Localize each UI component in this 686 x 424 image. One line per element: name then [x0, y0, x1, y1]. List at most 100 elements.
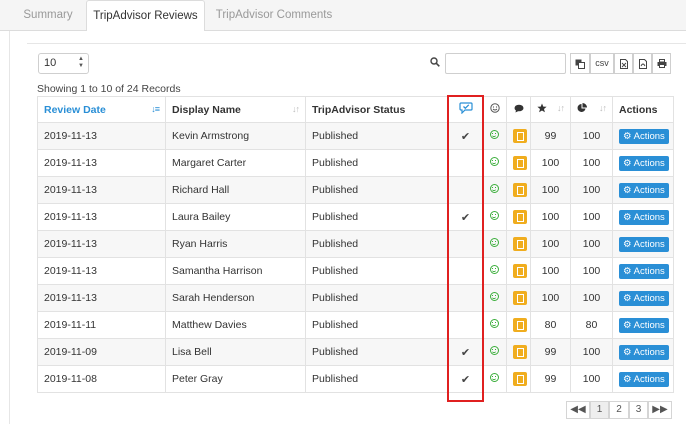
pdf-button[interactable]: [633, 53, 652, 74]
actions-button[interactable]: ⚙ Actions: [619, 344, 669, 360]
actions-button[interactable]: ⚙ Actions: [619, 371, 669, 387]
print-button[interactable]: [652, 53, 671, 74]
actions-button[interactable]: ⚙ Actions: [619, 290, 669, 306]
note-icon[interactable]: [513, 237, 527, 251]
cell-score: 100: [570, 149, 613, 177]
page-size-value: 10: [44, 57, 57, 69]
pdf-icon: [638, 59, 647, 69]
cell-display-name: Peter Gray: [165, 365, 306, 393]
header-rating[interactable]: ↓↑: [530, 96, 571, 123]
tab-summary[interactable]: Summary: [0, 0, 96, 31]
table-row[interactable]: 2019-11-13 Margaret Carter Published 100 100…: [37, 149, 674, 177]
cell-rating: 99: [530, 338, 571, 366]
cell-rating: 100: [530, 284, 571, 312]
note-icon[interactable]: [513, 345, 527, 359]
tab-bar: Summary TripAdvisor Reviews TripAdvisor …: [0, 0, 686, 32]
pagination-page-3[interactable]: 3: [629, 401, 648, 419]
pagination-page-1[interactable]: 1: [590, 401, 609, 419]
pagination-page-2[interactable]: 2: [609, 401, 629, 419]
cog-icon: ⚙: [623, 130, 634, 142]
actions-button[interactable]: ⚙ Actions: [619, 236, 669, 252]
cell-sentiment: [482, 338, 507, 366]
cell-comments: [506, 176, 531, 204]
header-sentiment[interactable]: [482, 96, 507, 123]
copy-button[interactable]: [570, 53, 590, 74]
cell-verified: [448, 149, 483, 177]
copy-icon: [575, 59, 585, 69]
header-actions: Actions: [612, 96, 674, 123]
header-display-name-label: Display Name: [172, 103, 241, 116]
note-icon[interactable]: [513, 291, 527, 305]
note-icon[interactable]: [513, 156, 527, 170]
divider: [27, 43, 686, 44]
smile-icon: [490, 346, 499, 355]
page-1-label: 1: [596, 404, 603, 415]
note-icon[interactable]: [513, 129, 527, 143]
cell-review-date: 2019-11-13: [37, 149, 166, 177]
actions-button-label: Actions: [633, 130, 665, 142]
cell-sentiment: [482, 365, 507, 393]
cell-sentiment: [482, 230, 507, 258]
smile-icon: [490, 157, 499, 166]
pagination-first[interactable]: ◀◀: [566, 401, 590, 419]
actions-button[interactable]: ⚙ Actions: [619, 209, 669, 225]
search-input[interactable]: [445, 53, 566, 74]
table-row[interactable]: 2019-11-13 Samantha Harrison Published 100 1…: [37, 257, 674, 285]
table-row[interactable]: 2019-11-13 Richard Hall Published 100 100 ⚙ A…: [37, 176, 674, 204]
table-row[interactable]: 2019-11-13 Kevin Armstrong Published ✔ 99 100…: [37, 122, 674, 150]
note-icon[interactable]: [513, 318, 527, 332]
pagination-last[interactable]: ▶▶: [648, 401, 672, 419]
cog-icon: ⚙: [623, 265, 634, 277]
header-review-date[interactable]: Review Date ↓≡: [37, 96, 166, 123]
header-comments[interactable]: [506, 96, 531, 123]
cell-status: Published: [305, 176, 449, 204]
note-icon[interactable]: [513, 264, 527, 278]
note-icon[interactable]: [513, 210, 527, 224]
cell-display-name: Samantha Harrison: [165, 257, 306, 285]
page-2-label: 2: [616, 404, 622, 415]
tab-tripadvisor-comments[interactable]: TripAdvisor Comments: [212, 0, 336, 31]
actions-button[interactable]: ⚙ Actions: [619, 155, 669, 171]
header-verified[interactable]: [448, 96, 483, 123]
note-icon[interactable]: [513, 372, 527, 386]
smile-icon: [490, 373, 499, 382]
cell-status: Published: [305, 203, 449, 231]
table-row[interactable]: 2019-11-08 Peter Gray Published ✔ 99 100 ⚙ Act…: [37, 365, 674, 393]
cell-comments: [506, 122, 531, 150]
header-score[interactable]: ↓↑: [570, 96, 613, 123]
page-size-select[interactable]: 10 ▲ ▼: [38, 53, 89, 74]
cog-icon: ⚙: [623, 238, 634, 250]
actions-button[interactable]: ⚙ Actions: [619, 317, 669, 333]
header-status[interactable]: TripAdvisor Status: [305, 96, 449, 123]
cell-actions: ⚙ Actions: [612, 176, 674, 204]
cell-score: 100: [570, 122, 613, 150]
actions-button-label: Actions: [633, 292, 665, 304]
records-info: Showing 1 to 10 of 24 Records: [37, 83, 181, 95]
table-row[interactable]: 2019-11-09 Lisa Bell Published ✔ 99 100 ⚙ Acti…: [37, 338, 674, 366]
cell-review-date: 2019-11-13: [37, 230, 166, 258]
actions-button-label: Actions: [633, 346, 665, 358]
actions-button[interactable]: ⚙ Actions: [619, 182, 669, 198]
excel-button[interactable]: [614, 53, 633, 74]
table-row[interactable]: 2019-11-13 Ryan Harris Published 100 100 ⚙ Ac…: [37, 230, 674, 258]
header-status-label: TripAdvisor Status: [312, 103, 406, 116]
cog-icon: ⚙: [623, 157, 634, 169]
cell-status: Published: [305, 122, 449, 150]
csv-button[interactable]: csv: [590, 53, 614, 74]
table-row[interactable]: 2019-11-13 Laura Bailey Published ✔ 100 100 ⚙ …: [37, 203, 674, 231]
sort-icon: ↓↑: [557, 103, 565, 113]
actions-button-label: Actions: [633, 184, 665, 196]
tab-tripadvisor-reviews[interactable]: TripAdvisor Reviews: [86, 0, 205, 32]
header-review-date-label: Review Date: [44, 103, 106, 116]
cell-verified: [448, 311, 483, 339]
actions-button[interactable]: ⚙ Actions: [619, 128, 669, 144]
check-icon: ✔: [460, 130, 471, 143]
actions-button[interactable]: ⚙ Actions: [619, 263, 669, 279]
table-row[interactable]: 2019-11-11 Matthew Davies Published 80 80 ⚙ A…: [37, 311, 674, 339]
header-display-name[interactable]: Display Name ↓↑: [165, 96, 306, 123]
table-row[interactable]: 2019-11-13 Sarah Henderson Published 100 100…: [37, 284, 674, 312]
smile-icon: [490, 238, 499, 247]
cell-review-date: 2019-11-08: [37, 365, 166, 393]
last-page-icon: ▶▶: [652, 404, 668, 415]
note-icon[interactable]: [513, 183, 527, 197]
